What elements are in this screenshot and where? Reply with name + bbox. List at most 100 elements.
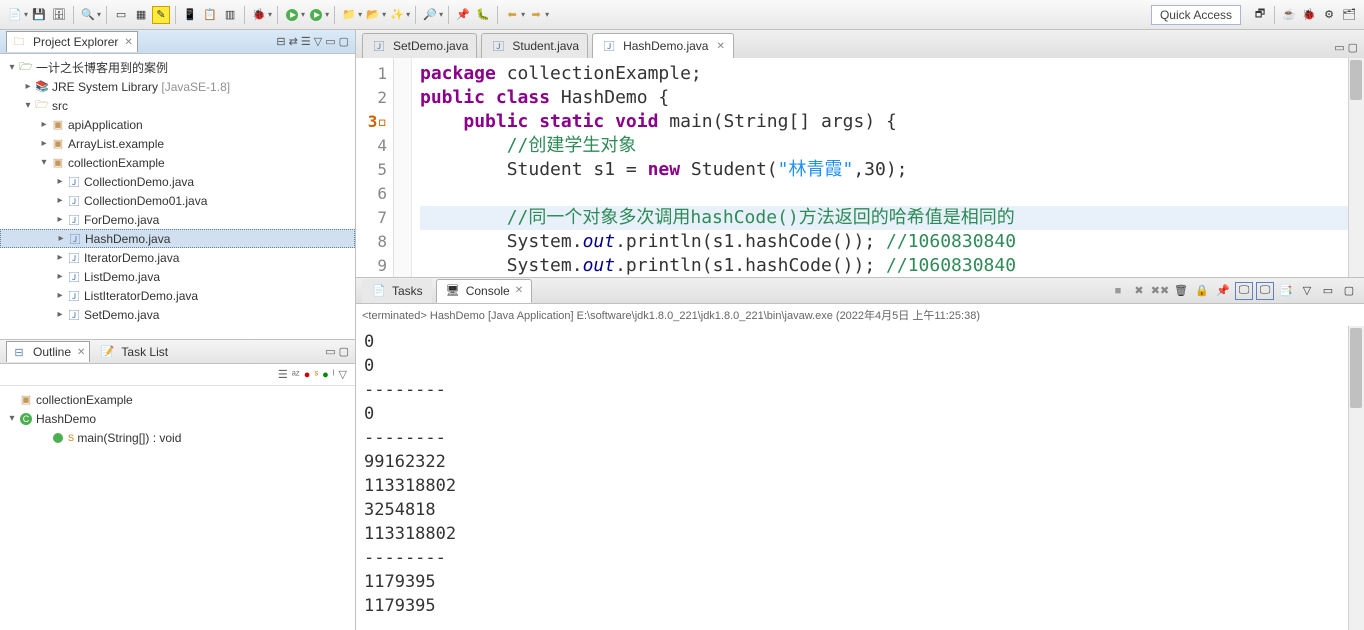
tree-package[interactable]: ▾▣collectionExample <box>0 153 355 172</box>
folder-open-icon[interactable]: 📂 <box>364 6 382 24</box>
link-icon[interactable]: ⇄ <box>289 35 298 48</box>
folder-new-icon[interactable]: 📁 <box>340 6 358 24</box>
outline-tab[interactable]: ⊟ Outline ✕ <box>6 341 90 362</box>
pin-console-icon[interactable]: 📌 <box>1214 282 1232 300</box>
project-explorer-title: Project Explorer <box>33 35 118 49</box>
editor-tab[interactable]: 🄹SetDemo.java <box>362 33 477 58</box>
grid-icon[interactable]: ▥ <box>221 6 239 24</box>
persp-java-icon[interactable]: ☕ <box>1280 6 1298 24</box>
tree-file-selected[interactable]: ▸🄹HashDemo.java <box>0 229 355 248</box>
debug-icon[interactable]: 🐞 <box>250 6 268 24</box>
menu-icon[interactable]: ▽ <box>339 368 347 381</box>
hide-local-icon[interactable]: ˡ <box>333 369 335 381</box>
close-icon[interactable]: ✕ <box>716 41 724 52</box>
open-console-icon[interactable]: 🖵 <box>1256 282 1274 300</box>
outline-package[interactable]: ▣collectionExample <box>0 390 355 409</box>
run-ext-icon[interactable] <box>307 6 325 24</box>
tree-project[interactable]: ▾🗁一计之长博客用到的案例 <box>0 58 355 77</box>
terminated-status: <terminated> HashDemo [Java Application]… <box>356 304 1364 326</box>
quick-access[interactable]: Quick Access <box>1151 5 1241 25</box>
tree-jre[interactable]: ▸📚JRE System Library [JavaSE-1.8] <box>0 77 355 96</box>
outline-class[interactable]: ▾CHashDemo <box>0 409 355 428</box>
tree-file[interactable]: ▸🄹CollectionDemo01.java <box>0 191 355 210</box>
fold-gutter[interactable] <box>394 58 412 277</box>
editor-tab-active[interactable]: 🄹HashDemo.java✕ <box>592 33 734 58</box>
explorer-icon: 🗀 <box>11 34 27 50</box>
console-tab[interactable]: 🖥Console✕ <box>436 279 532 303</box>
search2-icon[interactable]: 🔎 <box>421 6 439 24</box>
toggle1-icon[interactable]: ▭ <box>112 6 130 24</box>
editor-tab[interactable]: 🄹Student.java <box>481 33 588 58</box>
close-icon[interactable]: ✕ <box>77 347 85 358</box>
menu-icon[interactable]: ▽ <box>1298 282 1316 300</box>
java-file-icon: 🄹 <box>66 193 82 209</box>
console-output[interactable]: 0 0 -------- 0 -------- 99162322 1133188… <box>356 326 1364 630</box>
scroll-lock-icon[interactable]: 🔒 <box>1193 282 1211 300</box>
close-icon[interactable]: ✕ <box>515 285 523 296</box>
focus-icon[interactable]: ☰ <box>278 368 288 381</box>
editor-scrollbar[interactable] <box>1348 58 1364 277</box>
tree-file[interactable]: ▸🄹ForDemo.java <box>0 210 355 229</box>
tree-package[interactable]: ▸▣ArrayList.example <box>0 134 355 153</box>
stop-icon[interactable]: ■ <box>1109 282 1127 300</box>
maximize-icon[interactable]: ▢ <box>339 35 349 48</box>
tree-file[interactable]: ▸🄹CollectionDemo.java <box>0 172 355 191</box>
search-icon[interactable]: 🔍 <box>79 6 97 24</box>
minimize-icon[interactable]: ▭ <box>325 345 335 358</box>
tasks-tab[interactable]: 📄Tasks <box>362 279 432 303</box>
hide-fields-icon[interactable]: ● <box>304 369 311 381</box>
wand-icon[interactable]: ✨ <box>388 6 406 24</box>
remove-all-icon[interactable]: ✖✖ <box>1151 282 1169 300</box>
pin-icon[interactable]: 📌 <box>454 6 472 24</box>
new-console-icon[interactable]: 📑 <box>1277 282 1295 300</box>
hide-nonpub-icon[interactable]: ● <box>322 369 329 381</box>
package-icon: ▣ <box>50 155 66 171</box>
close-icon[interactable]: ✕ <box>124 37 132 48</box>
remove-launch-icon[interactable]: ✖ <box>1130 282 1148 300</box>
collapse-icon[interactable]: ⊟ <box>276 35 285 48</box>
focus-icon[interactable]: ☰ <box>301 35 311 48</box>
fwd-icon[interactable]: ➡ <box>527 6 545 24</box>
task-icon[interactable]: 🐛 <box>474 6 492 24</box>
sort-icon[interactable]: ᵃᶻ <box>292 369 300 381</box>
tasklist-tab[interactable]: 📝 Task List <box>94 341 173 363</box>
tree-file[interactable]: ▸🄹ListIteratorDemo.java <box>0 286 355 305</box>
display-icon[interactable]: 🖵 <box>1235 282 1253 300</box>
tree-file[interactable]: ▸🄹SetDemo.java <box>0 305 355 324</box>
persp-open-icon[interactable]: 🗗 <box>1251 6 1269 24</box>
project-explorer-header: 🗀 Project Explorer ✕ ⊟ ⇄ ☰ ▽ ▭ ▢ <box>0 30 355 54</box>
clear-icon[interactable]: 🗑 <box>1172 282 1190 300</box>
toggle2-icon[interactable]: ▦ <box>132 6 150 24</box>
java-file-icon: 🄹 <box>66 307 82 323</box>
project-explorer-tab[interactable]: 🗀 Project Explorer ✕ <box>6 31 138 52</box>
back-icon[interactable]: ⬅ <box>503 6 521 24</box>
tree-file[interactable]: ▸🄹IteratorDemo.java <box>0 248 355 267</box>
maximize-icon[interactable]: ▢ <box>1348 41 1358 54</box>
console-scrollbar[interactable] <box>1348 326 1364 630</box>
menu-icon[interactable]: ▽ <box>314 35 322 48</box>
run-icon[interactable] <box>283 6 301 24</box>
persp-javaee-icon[interactable]: ⚙ <box>1320 6 1338 24</box>
code-editor[interactable]: package collectionExample; public class … <box>412 58 1364 277</box>
minimize-icon[interactable]: ▭ <box>1319 282 1337 300</box>
tree-src[interactable]: ▾🗁src <box>0 96 355 115</box>
save-icon[interactable]: 💾 <box>30 6 48 24</box>
tree-file[interactable]: ▸🄹ListDemo.java <box>0 267 355 286</box>
outline-toolbar: ☰ ᵃᶻ ● ˢ ● ˡ ▽ <box>0 364 355 386</box>
doc-icon[interactable]: 📋 <box>201 6 219 24</box>
maximize-icon[interactable]: ▢ <box>339 345 349 358</box>
minimize-icon[interactable]: ▭ <box>1334 41 1344 54</box>
save-all-icon[interactable]: 🗄 <box>50 6 68 24</box>
java-file-icon: 🄹 <box>66 250 82 266</box>
outline-method[interactable]: S main(String[]) : void <box>0 428 355 447</box>
library-icon: 📚 <box>34 79 50 95</box>
minimize-icon[interactable]: ▭ <box>325 35 335 48</box>
persp-debug-icon[interactable]: 🐞 <box>1300 6 1318 24</box>
maximize-icon[interactable]: ▢ <box>1340 282 1358 300</box>
new-icon[interactable]: 📄 <box>6 6 24 24</box>
hide-static-icon[interactable]: ˢ <box>314 369 318 381</box>
persp-res-icon[interactable]: 🗂 <box>1340 6 1358 24</box>
phone-icon[interactable]: 📱 <box>181 6 199 24</box>
highlight-icon[interactable]: ✎ <box>152 6 170 24</box>
tree-package[interactable]: ▸▣apiApplication <box>0 115 355 134</box>
